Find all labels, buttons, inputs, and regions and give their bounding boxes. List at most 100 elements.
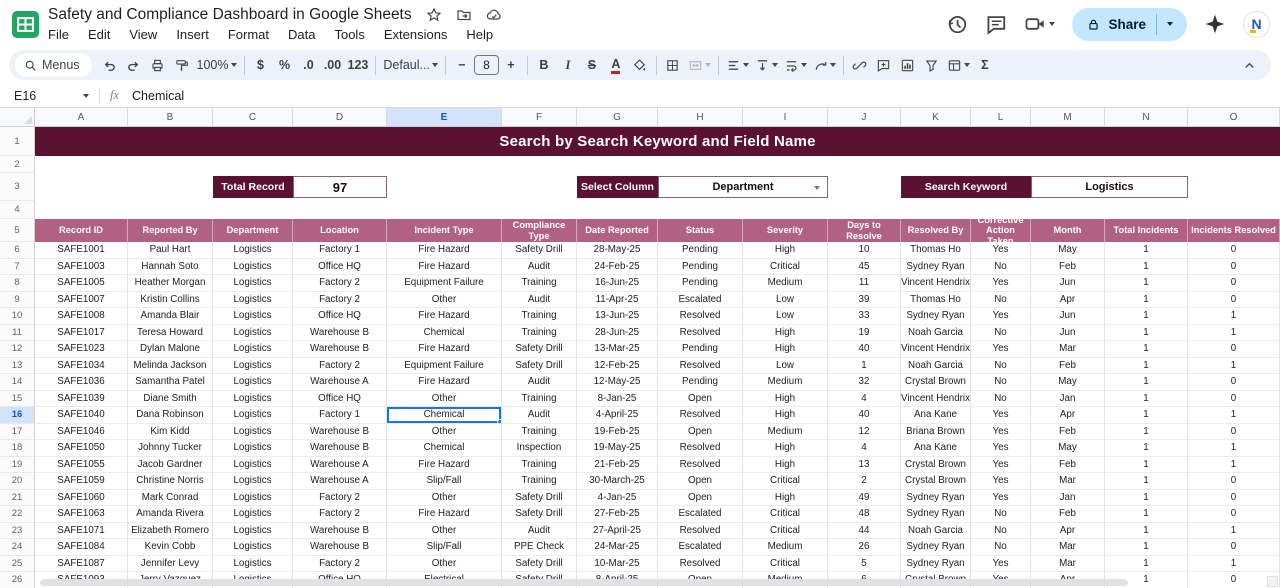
cell-J13[interactable]: 1 <box>828 358 901 375</box>
table-header-J[interactable]: Days to Resolve <box>828 219 901 242</box>
row-header-4[interactable]: 4 <box>0 201 35 219</box>
table-header-I[interactable]: Severity <box>743 219 828 242</box>
cell-O6[interactable]: 0 <box>1188 242 1280 259</box>
table-header-M[interactable]: Month <box>1031 219 1105 242</box>
cell-C22[interactable]: Logistics <box>213 506 293 523</box>
table-header-L[interactable]: Corrective Action Taken <box>971 219 1031 242</box>
cell-I19[interactable]: High <box>743 457 828 474</box>
cell-K16[interactable]: Ana Kane <box>901 407 971 424</box>
cell-C20[interactable]: Logistics <box>213 473 293 490</box>
cell-B25[interactable]: Jennifer Levy <box>128 556 213 573</box>
text-color-button[interactable]: A <box>604 53 628 77</box>
cell-G22[interactable]: 27-Feb-25 <box>577 506 658 523</box>
cell-D25[interactable]: Factory 2 <box>293 556 387 573</box>
insert-link-button[interactable] <box>848 53 872 77</box>
cell-I7[interactable]: Critical <box>743 259 828 276</box>
horizontal-scrollbar[interactable] <box>40 579 1128 586</box>
column-header-M[interactable]: M <box>1031 108 1105 126</box>
cell-L16[interactable]: Yes <box>971 407 1031 424</box>
cell-A15[interactable]: SAFE1039 <box>35 391 128 408</box>
cell-J18[interactable]: 4 <box>828 440 901 457</box>
cell-F12[interactable]: Safety Drill <box>502 341 577 358</box>
cell-N7[interactable]: 1 <box>1105 259 1188 276</box>
paint-format-button[interactable] <box>170 53 194 77</box>
cell-E22[interactable]: Fire Hazard <box>387 506 502 523</box>
cell-G7[interactable]: 24-Feb-25 <box>577 259 658 276</box>
bold-button[interactable]: B <box>532 53 556 77</box>
cell-B9[interactable]: Kristin Collins <box>128 292 213 309</box>
cell-H8[interactable]: Pending <box>658 275 743 292</box>
cell-E15[interactable]: Other <box>387 391 502 408</box>
cell-B15[interactable]: Diane Smith <box>128 391 213 408</box>
cell-I17[interactable]: Medium <box>743 424 828 441</box>
cell-D12[interactable]: Warehouse B <box>293 341 387 358</box>
row-header-1[interactable]: 1 <box>0 127 35 156</box>
meet-button[interactable] <box>1024 13 1055 35</box>
cell-N13[interactable]: 1 <box>1105 358 1188 375</box>
cell-K25[interactable]: Sydney Ryan <box>901 556 971 573</box>
cell-A6[interactable]: SAFE1001 <box>35 242 128 259</box>
cell-B16[interactable]: Dana Robinson <box>128 407 213 424</box>
cell-L25[interactable]: Yes <box>971 556 1031 573</box>
cell-G23[interactable]: 27-April-25 <box>577 523 658 540</box>
cell-N22[interactable]: 1 <box>1105 506 1188 523</box>
cell-D20[interactable]: Warehouse A <box>293 473 387 490</box>
version-history-icon[interactable] <box>946 13 968 35</box>
cell-B17[interactable]: Kim Kidd <box>128 424 213 441</box>
cell-N6[interactable]: 1 <box>1105 242 1188 259</box>
cell-A21[interactable]: SAFE1060 <box>35 490 128 507</box>
cell-J10[interactable]: 33 <box>828 308 901 325</box>
cell-A13[interactable]: SAFE1034 <box>35 358 128 375</box>
cell-E19[interactable]: Fire Hazard <box>387 457 502 474</box>
cell-H16[interactable]: Resolved <box>658 407 743 424</box>
cell-H9[interactable]: Escalated <box>658 292 743 309</box>
table-header-G[interactable]: Date Reported <box>577 219 658 242</box>
cell-A17[interactable]: SAFE1046 <box>35 424 128 441</box>
cell-H22[interactable]: Escalated <box>658 506 743 523</box>
cell-A16[interactable]: SAFE1040 <box>35 407 128 424</box>
table-header-C[interactable]: Department <box>213 219 293 242</box>
cell-L6[interactable]: Yes <box>971 242 1031 259</box>
cell-D9[interactable]: Factory 2 <box>293 292 387 309</box>
account-avatar[interactable]: N <box>1243 11 1270 38</box>
cell-J20[interactable]: 2 <box>828 473 901 490</box>
cell-B6[interactable]: Paul Hart <box>128 242 213 259</box>
cell-M13[interactable]: Feb <box>1031 358 1105 375</box>
cell-J6[interactable]: 10 <box>828 242 901 259</box>
text-wrap-button[interactable] <box>781 53 810 77</box>
insert-comment-button[interactable] <box>872 53 896 77</box>
cell-I25[interactable]: Critical <box>743 556 828 573</box>
font-size-input[interactable]: 8 <box>474 55 499 75</box>
cell-C12[interactable]: Logistics <box>213 341 293 358</box>
cell-E6[interactable]: Fire Hazard <box>387 242 502 259</box>
cell-G16[interactable]: 4-April-25 <box>577 407 658 424</box>
table-header-F[interactable]: Compliance Type <box>502 219 577 242</box>
cell-B21[interactable]: Mark Conrad <box>128 490 213 507</box>
cell-J24[interactable]: 26 <box>828 539 901 556</box>
cell-N10[interactable]: 1 <box>1105 308 1188 325</box>
column-header-J[interactable]: J <box>828 108 901 126</box>
cell-A12[interactable]: SAFE1023 <box>35 341 128 358</box>
cell-N12[interactable]: 1 <box>1105 341 1188 358</box>
cell-N23[interactable]: 1 <box>1105 523 1188 540</box>
cell-G17[interactable]: 19-Feb-25 <box>577 424 658 441</box>
cell-O10[interactable]: 1 <box>1188 308 1280 325</box>
fill-handle[interactable] <box>497 419 502 424</box>
cell-J12[interactable]: 40 <box>828 341 901 358</box>
cell-J11[interactable]: 19 <box>828 325 901 342</box>
cell-G8[interactable]: 16-Jun-25 <box>577 275 658 292</box>
cell-C11[interactable]: Logistics <box>213 325 293 342</box>
cell-H17[interactable]: Open <box>658 424 743 441</box>
column-header-I[interactable]: I <box>743 108 828 126</box>
cell-G25[interactable]: 10-Mar-25 <box>577 556 658 573</box>
cell-K17[interactable]: Briana Brown <box>901 424 971 441</box>
cell-N15[interactable]: 1 <box>1105 391 1188 408</box>
cell-O18[interactable]: 1 <box>1188 440 1280 457</box>
redo-button[interactable] <box>122 53 146 77</box>
move-folder-icon[interactable] <box>456 7 472 23</box>
row-header-22[interactable]: 22 <box>0 506 35 523</box>
column-header-D[interactable]: D <box>293 108 387 126</box>
cell-M6[interactable]: May <box>1031 242 1105 259</box>
cell-O19[interactable]: 1 <box>1188 457 1280 474</box>
cell-N14[interactable]: 1 <box>1105 374 1188 391</box>
